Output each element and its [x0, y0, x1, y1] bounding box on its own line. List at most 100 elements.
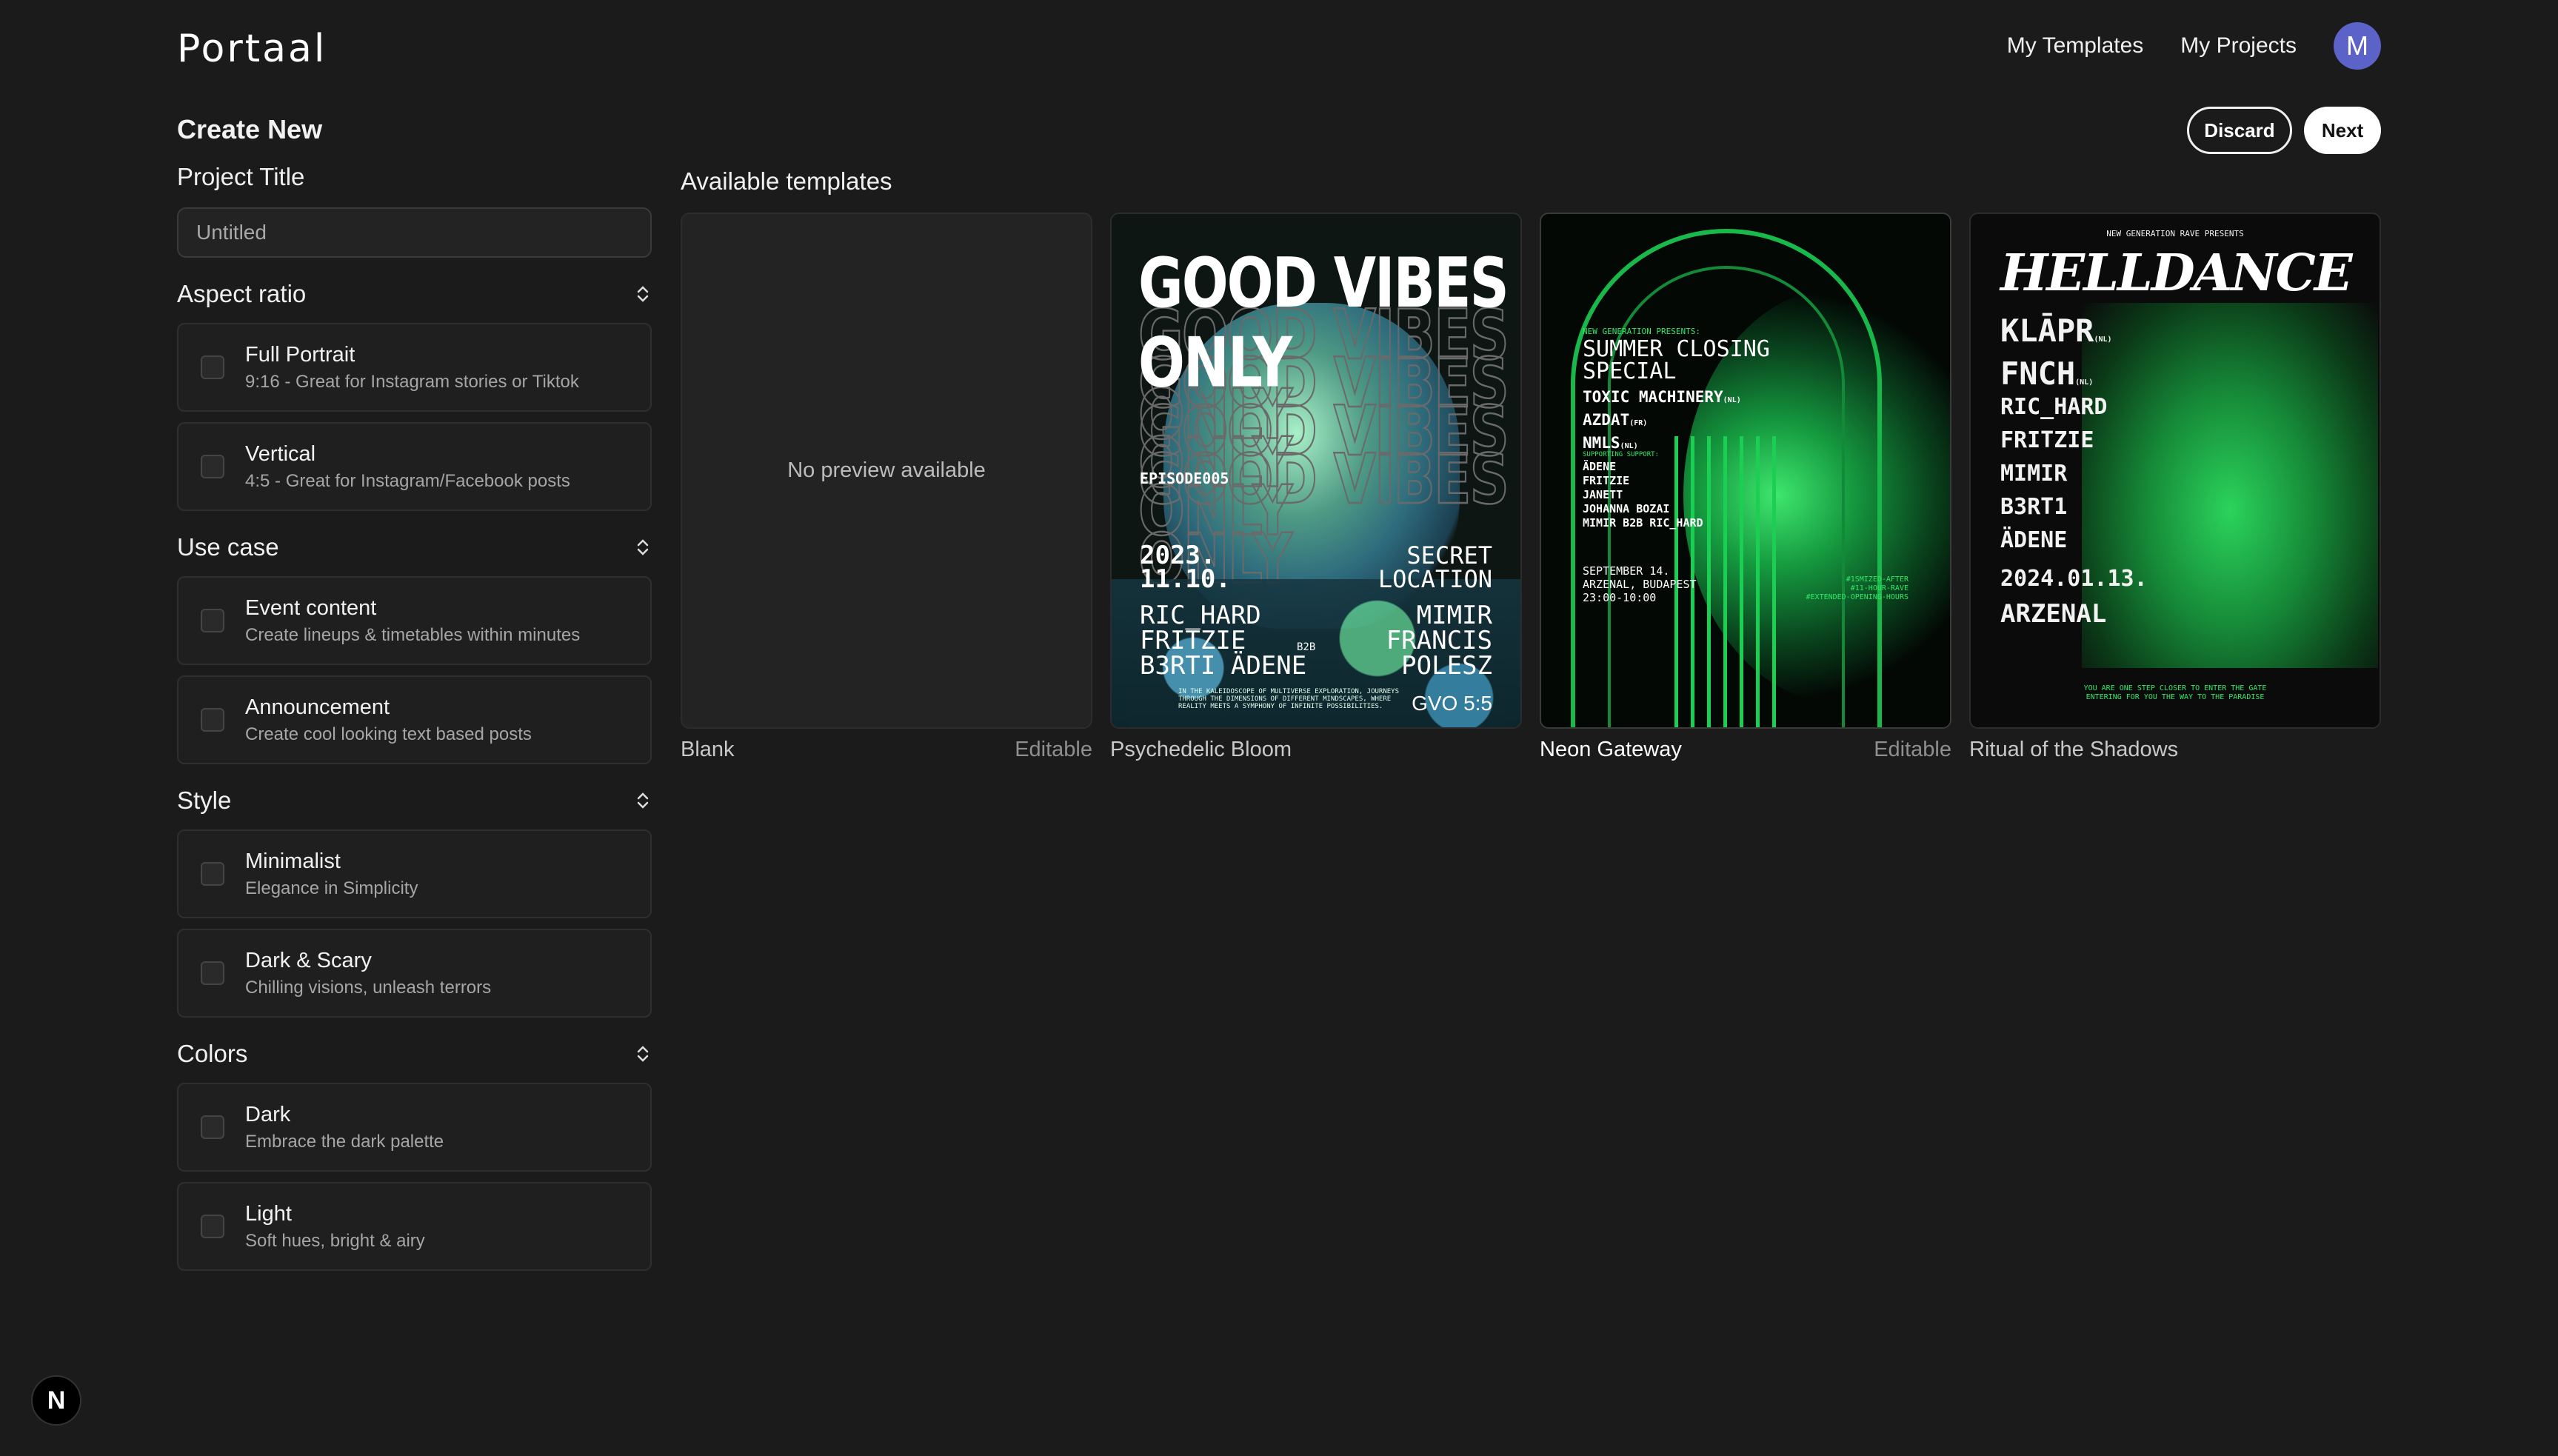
- template-name: Blank: [681, 738, 735, 761]
- template-card-neon-gateway[interactable]: NEW GENERATION PRESENTS: SUMMER CLOSING …: [1540, 213, 1951, 762]
- poster-artist-tag: (NL): [2075, 378, 2094, 387]
- checkbox[interactable]: [201, 609, 224, 632]
- section-colors[interactable]: Colors: [177, 1038, 652, 1069]
- nav-my-templates[interactable]: My Templates: [2007, 33, 2144, 59]
- checkbox[interactable]: [201, 1115, 224, 1139]
- option-title: Minimalist: [245, 849, 341, 873]
- poster-support-artist: JOHANNA BOZAI: [1583, 502, 1670, 515]
- option-title: Vertical: [245, 441, 316, 466]
- template-thumbnail[interactable]: NEW GENERATION RAVE PRESENTS HELLDANCE K…: [1969, 213, 2381, 729]
- poster-b2b: B2B: [1297, 641, 1316, 653]
- poster-artist: B3RT1: [2000, 494, 2068, 520]
- poster-artist: RIC_HARD: [2000, 394, 2108, 420]
- poster-headliner: AZDAT: [1583, 411, 1630, 429]
- checkbox[interactable]: [201, 961, 224, 985]
- section-aspect-ratio[interactable]: Aspect ratio: [177, 278, 652, 310]
- option-dark-scary[interactable]: Dark & Scary Chilling visions, unleash t…: [177, 929, 652, 1018]
- section-label: Use case: [177, 533, 279, 561]
- section-style[interactable]: Style: [177, 785, 652, 816]
- poster-artist: POLESZ: [1401, 651, 1492, 681]
- poster-date: 2023. 11.10.: [1140, 541, 1231, 594]
- template-name: Neon Gateway: [1540, 738, 1682, 761]
- poster-psychedelic-bloom: GOOD VIBES ONLY GOOD VIBES ONLY GOOD VIB…: [1112, 214, 1520, 727]
- template-card-ritual-of-the-shadows[interactable]: NEW GENERATION RAVE PRESENTS HELLDANCE K…: [1969, 213, 2381, 762]
- filter-sidebar: Project Title Aspect ratio Full Portrait…: [177, 163, 652, 1281]
- option-event-content[interactable]: Event content Create lineups & timetable…: [177, 576, 652, 665]
- section-label: Style: [177, 787, 232, 814]
- project-title-input[interactable]: [177, 207, 652, 258]
- poster-extras: #1SMIZED-AFTER #11-HOUR-RAVE #EXTENDED-O…: [1806, 575, 1909, 601]
- option-light[interactable]: Light Soft hues, bright & airy: [177, 1182, 652, 1271]
- poster-support-artist: FRITZIE: [1583, 474, 1630, 487]
- option-dark[interactable]: Dark Embrace the dark palette: [177, 1083, 652, 1172]
- poster-support-label: SUPPORTING SUPPORT:: [1583, 451, 1659, 458]
- poster-artist: MIMIR: [2000, 461, 2068, 487]
- option-description: 9:16 - Great for Instagram stories or Ti…: [245, 371, 579, 392]
- expand-collapse-icon[interactable]: [634, 283, 652, 305]
- section-label: Colors: [177, 1040, 248, 1067]
- option-description: Chilling visions, unleash terrors: [245, 977, 492, 998]
- poster-artist: ÄDENE: [2000, 527, 2068, 553]
- option-title: Dark: [245, 1102, 291, 1126]
- poster-artist: FRITZIE: [2000, 427, 2094, 453]
- option-description: Embrace the dark palette: [245, 1131, 444, 1152]
- available-templates-label: Available templates: [681, 167, 892, 195]
- poster-title: SUMMER CLOSING SPECIAL: [1583, 336, 1770, 384]
- page-title: Create New: [177, 114, 323, 144]
- user-avatar[interactable]: M: [2334, 22, 2381, 70]
- section-label: Aspect ratio: [177, 280, 307, 307]
- nextjs-dev-badge[interactable]: N: [31, 1375, 81, 1426]
- poster-headliner-tag: (NL): [1723, 396, 1741, 404]
- option-vertical[interactable]: Vertical 4:5 - Great for Instagram/Faceb…: [177, 422, 652, 511]
- editable-tag: Editable: [1015, 738, 1092, 761]
- poster-artist: RIC_HARD: [1140, 601, 1261, 630]
- poster-support-artist: JANETT: [1583, 488, 1623, 501]
- poster-signature: GVO 5:5: [1412, 692, 1492, 715]
- checkbox[interactable]: [201, 455, 224, 478]
- poster-support-artist: ÄDENE: [1583, 460, 1617, 473]
- option-title: Light: [245, 1201, 292, 1226]
- nav-my-projects[interactable]: My Projects: [2180, 33, 2297, 59]
- poster-footer: YOU ARE ONE STEP CLOSER TO ENTER THE GAT…: [2083, 684, 2267, 701]
- poster-presents: NEW GENERATION PRESENTS:: [1583, 327, 1700, 336]
- option-full-portrait[interactable]: Full Portrait 9:16 - Great for Instagram…: [177, 323, 652, 412]
- poster-presents: NEW GENERATION RAVE PRESENTS: [2106, 229, 2244, 238]
- option-announcement[interactable]: Announcement Create cool looking text ba…: [177, 675, 652, 764]
- checkbox[interactable]: [201, 708, 224, 732]
- checkbox[interactable]: [201, 862, 224, 886]
- expand-collapse-icon[interactable]: [634, 1043, 652, 1065]
- option-minimalist[interactable]: Minimalist Elegance in Simplicity: [177, 829, 652, 918]
- expand-collapse-icon[interactable]: [634, 536, 652, 558]
- template-thumbnail[interactable]: No preview available: [681, 213, 1092, 729]
- poster-headliner-tag: (FR): [1629, 419, 1648, 427]
- checkbox[interactable]: [201, 355, 224, 379]
- poster-venue: ARZENAL: [2000, 599, 2107, 629]
- option-description: Create cool looking text based posts: [245, 724, 532, 744]
- poster-artist: FRANCIS: [1386, 626, 1492, 655]
- poster-artist-tag: (NL): [2094, 335, 2112, 344]
- poster-artist: FRITZIE: [1140, 626, 1246, 655]
- no-preview-text: No preview available: [787, 458, 986, 482]
- template-name: Psychedelic Bloom: [1110, 738, 1292, 761]
- poster-artist: ÄDENE: [1230, 651, 1307, 681]
- poster-headliner-tag: (NL): [1620, 442, 1638, 450]
- template-card-psychedelic-bloom[interactable]: GOOD VIBES ONLY GOOD VIBES ONLY GOOD VIB…: [1110, 213, 1522, 762]
- discard-button[interactable]: Discard: [2187, 107, 2292, 154]
- option-title: Dark & Scary: [245, 948, 372, 972]
- template-thumbnail[interactable]: NEW GENERATION PRESENTS: SUMMER CLOSING …: [1540, 213, 1951, 729]
- poster-episode: EPISODE005: [1140, 470, 1229, 487]
- poster-title: HELLDANCE: [2000, 244, 2353, 303]
- app-logo[interactable]: Portaal: [177, 27, 327, 71]
- option-description: 4:5 - Great for Instagram/Facebook posts: [245, 470, 570, 491]
- poster-artist: B3RTI: [1140, 651, 1216, 681]
- expand-collapse-icon[interactable]: [634, 789, 652, 812]
- section-use-case[interactable]: Use case: [177, 532, 652, 563]
- template-name: Ritual of the Shadows: [1969, 738, 2179, 761]
- next-button[interactable]: Next: [2304, 107, 2381, 154]
- poster-artist: FNCH: [2000, 355, 2076, 392]
- template-card-blank[interactable]: No preview available Blank Editable: [681, 213, 1092, 762]
- checkbox[interactable]: [201, 1215, 224, 1238]
- header-actions: Discard Next: [2187, 107, 2381, 154]
- project-title-label: Project Title: [177, 163, 305, 190]
- template-thumbnail[interactable]: GOOD VIBES ONLY GOOD VIBES ONLY GOOD VIB…: [1110, 213, 1522, 729]
